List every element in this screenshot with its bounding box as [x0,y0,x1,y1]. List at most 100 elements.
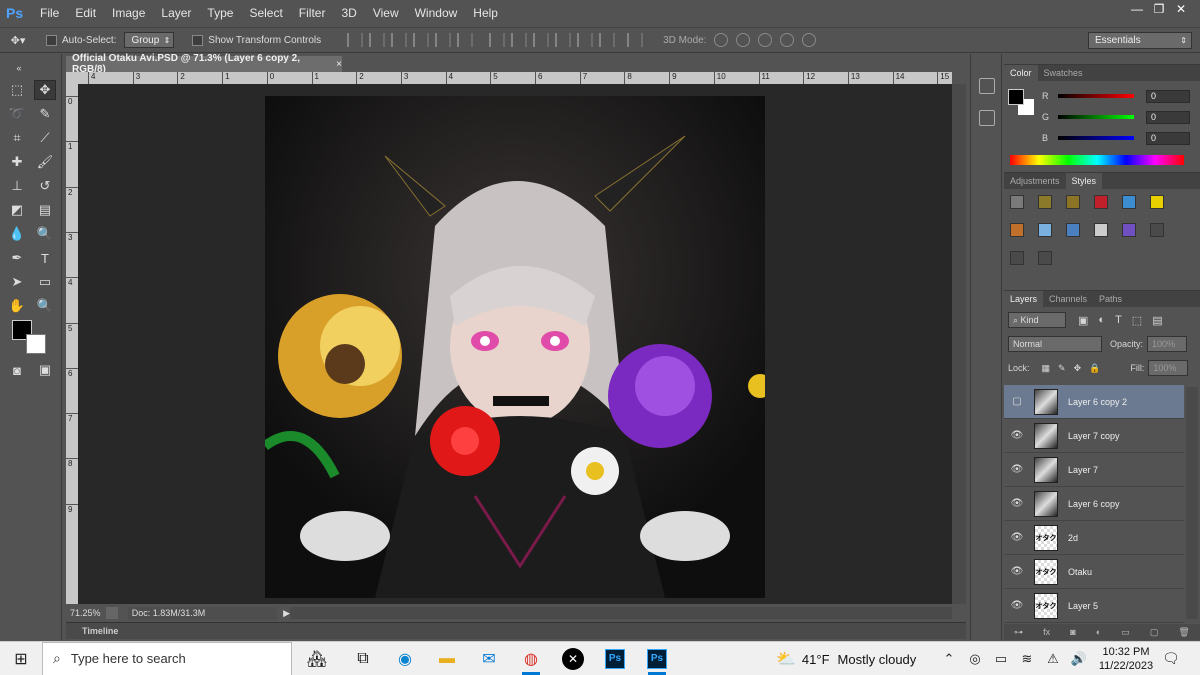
style-swatch[interactable] [1038,195,1052,209]
properties-panel-icon[interactable] [979,110,995,126]
tab-color[interactable]: Color [1004,65,1038,81]
align-bottom-icon[interactable] [391,33,408,47]
menu-filter[interactable]: Filter [291,6,334,20]
new-layer-icon[interactable]: ▢ [1150,627,1159,638]
adjustment-layer-icon[interactable]: ◐ [1096,627,1101,637]
align-vcenter-icon[interactable] [369,33,386,47]
tab-layers[interactable]: Layers [1004,291,1044,307]
layer-row[interactable]: 👁 Layer 6 copy [1004,487,1184,521]
layer-row[interactable]: 👁 オタク 2d [1004,521,1184,555]
blend-mode-dropdown[interactable]: Normal [1008,336,1102,352]
layer-kind-dropdown[interactable]: ⌕ Kind [1008,312,1066,328]
taskbar-chrome[interactable]: ◍ [510,642,552,675]
menu-layer[interactable]: Layer [153,6,199,20]
color-spectrum[interactable] [1010,155,1184,165]
layer-row[interactable]: 👁 Layer 7 [1004,453,1184,487]
layer-row[interactable]: 👁 オタク Otaku [1004,555,1184,589]
distribute-hcenter-icon[interactable] [577,33,594,47]
layer-name[interactable]: Layer 5 [1068,601,1098,611]
taskbar-mail[interactable]: ✉ [468,642,510,675]
clone-stamp-tool-icon[interactable]: ⊥ [6,176,28,196]
blur-tool-icon[interactable]: 💧 [6,224,28,244]
new-group-icon[interactable]: ▭ [1121,627,1130,638]
layer-row[interactable]: ▢ Layer 6 copy 2 [1004,385,1184,419]
chevron-up-icon[interactable]: ⌃ [936,651,962,667]
battery-icon[interactable]: ▭ [988,651,1014,667]
layer-row[interactable]: 👁 Layer 7 copy [1004,419,1184,453]
filter-shape-icon[interactable]: ⬚ [1132,314,1142,327]
red-value[interactable]: 0 [1146,89,1190,103]
rectangle-tool-icon[interactable]: ▭ [34,272,56,292]
volume-icon[interactable]: 🔊 [1066,651,1092,667]
start-button[interactable]: ⊞ [0,642,42,675]
menu-window[interactable]: Window [407,6,466,20]
document-tab[interactable]: Official Otaku Avi.PSD @ 71.3% (Layer 6 … [66,53,342,75]
meet-now-icon[interactable]: ◎ [962,651,988,667]
zoom-tool-icon[interactable]: 🔍 [34,296,56,316]
style-swatch[interactable] [1094,195,1108,209]
move-tool-icon[interactable]: ✥ [34,80,56,100]
hidden-layer-box-icon[interactable]: ▢ [1004,396,1030,407]
auto-select-dropdown[interactable]: Group [124,32,175,48]
taskbar-search[interactable]: ⌕ Type here to search [42,641,292,675]
background-color-swatch[interactable] [26,334,46,354]
security-icon[interactable]: ⚠ [1040,651,1066,667]
marquee-tool-icon[interactable]: ⬚ [6,80,28,100]
delete-layer-icon[interactable]: 🗑 [1178,627,1189,638]
green-value[interactable]: 0 [1146,110,1190,124]
style-swatch[interactable] [1010,223,1024,237]
link-layers-icon[interactable]: ⊶ [1014,627,1023,638]
transform-controls-checkbox[interactable] [192,34,204,46]
style-swatch[interactable] [1150,195,1164,209]
menu-view[interactable]: View [365,6,407,20]
distribute-left-icon[interactable] [555,33,572,47]
style-swatch[interactable] [1010,251,1024,265]
3d-scale-icon[interactable] [802,33,817,47]
crop-tool-icon[interactable]: ⌗ [6,128,28,148]
lock-transparency-icon[interactable]: ▦ [1042,363,1051,374]
filter-adjustment-icon[interactable]: ◐ [1098,314,1105,326]
menu-file[interactable]: File [32,6,67,20]
eye-icon[interactable]: 👁 [1004,566,1030,577]
layer-row[interactable]: 👁 オタク Layer 5 [1004,589,1184,623]
timeline-panel[interactable]: Timeline [66,622,966,639]
opacity-field[interactable]: 100% [1147,336,1188,352]
lock-pixels-icon[interactable]: ✎ [1058,363,1066,374]
tab-channels[interactable]: Channels [1043,291,1093,307]
align-right-icon[interactable] [457,33,474,47]
style-swatch[interactable] [1094,223,1108,237]
transform-controls-toggle[interactable]: Show Transform Controls [192,34,321,46]
canvas-area[interactable] [78,84,952,604]
vertical-scrollbar[interactable] [952,84,966,604]
tab-swatches[interactable]: Swatches [1038,65,1089,81]
menu-edit[interactable]: Edit [67,6,104,20]
notification-icon[interactable]: 🗨 [1162,650,1182,668]
align-hcenter-icon[interactable] [435,33,452,47]
taskbar-photoshop-1[interactable]: Ps [594,642,636,675]
menu-help[interactable]: Help [465,6,506,20]
auto-select-checkbox[interactable] [46,34,57,46]
filter-type-icon[interactable]: T [1115,314,1122,326]
restore-button[interactable]: ❐ [1148,0,1170,18]
style-swatch[interactable] [1066,223,1080,237]
align-left-icon[interactable] [413,33,430,47]
layer-name[interactable]: Layer 6 copy 2 [1068,397,1127,407]
fill-field[interactable]: 100% [1148,360,1189,376]
color-panel-fg-swatch[interactable] [1008,89,1024,105]
add-mask-icon[interactable]: ◙ [1070,627,1075,637]
screen-mode-icon[interactable]: ▣ [34,360,56,380]
tab-adjustments[interactable]: Adjustments [1004,173,1066,189]
eye-icon[interactable]: 👁 [1004,464,1030,475]
lock-position-icon[interactable]: ✥ [1074,363,1082,374]
menu-select[interactable]: Select [241,6,290,20]
auto-select-toggle[interactable]: Auto-Select: [46,34,116,46]
collapse-toolbar-icon[interactable]: « [8,58,30,78]
style-swatch[interactable] [1066,195,1080,209]
3d-roll-icon[interactable] [736,33,751,47]
dodge-tool-icon[interactable]: 🔍 [34,224,56,244]
distribute-bottom-icon[interactable] [533,33,550,47]
distribute-right-icon[interactable] [599,33,616,47]
layer-name[interactable]: Otaku [1068,567,1092,577]
eye-icon[interactable]: 👁 [1004,600,1030,611]
minimize-button[interactable]: — [1126,0,1148,18]
